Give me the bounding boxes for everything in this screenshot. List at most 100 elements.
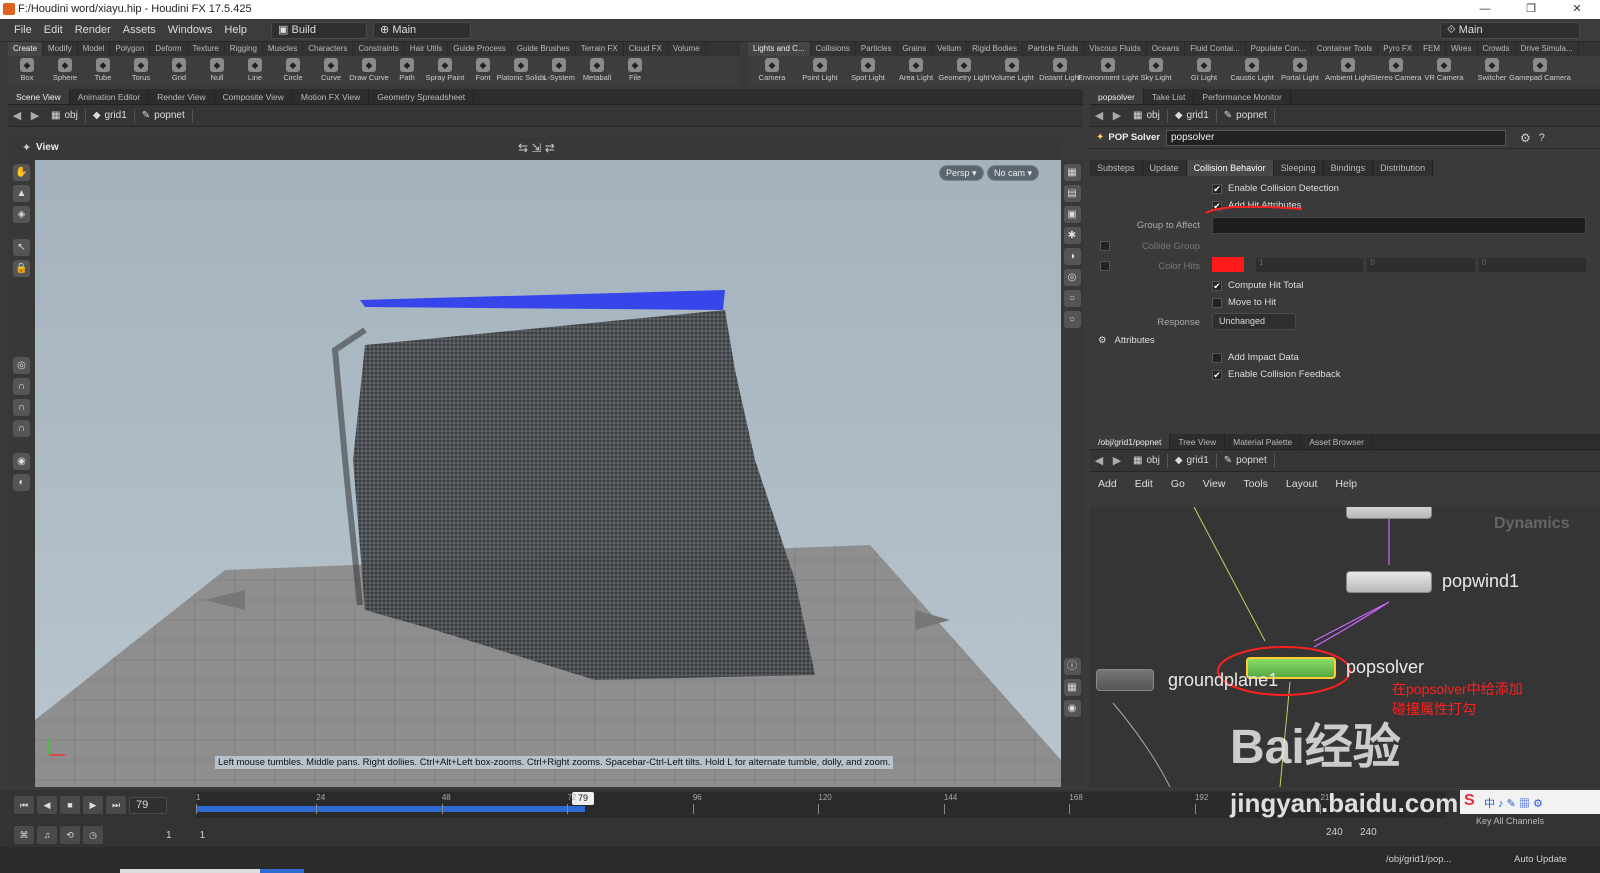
param-sub-tab-distribution[interactable]: Distribution [1373,160,1434,176]
jump-end-button[interactable]: ⏭ [106,796,126,814]
scene-pane-tab-geometry-spreadsheet[interactable]: Geometry Spreadsheet [369,89,475,104]
param-path-popnet[interactable]: ✎ popnet [1217,108,1275,123]
shelf-left-tab-modify[interactable]: Modify [43,42,78,56]
shelf-left-tab-polygon[interactable]: Polygon [110,42,151,56]
shelf-left-tab-terrain-fx[interactable]: Terrain FX [576,42,624,56]
shelf-right-tab-oceans[interactable]: Oceans [1147,42,1186,56]
forward-arrow-icon[interactable]: ▶ [26,109,44,122]
node-popreplicate1[interactable] [1346,507,1432,519]
shelf-right-tab-vellum[interactable]: Vellum [932,42,968,56]
color-g[interactable]: 0 [1367,258,1475,272]
magnet-tool-icon[interactable]: ∩ [13,378,30,395]
shelf-left-tab-characters[interactable]: Characters [303,42,354,56]
step-back-button[interactable]: ◀ [37,796,57,814]
param-pane-tab-take-list[interactable]: Take List [1144,89,1195,104]
shelf-left-tab-create[interactable]: Create [8,42,44,56]
shelf-right-tab-populate-con[interactable]: Populate Con... [1246,42,1312,56]
impact-row[interactable]: Add Impact Data [1212,352,1299,363]
menu-file[interactable]: File [8,19,38,42]
handle-tool-icon[interactable]: ✋ [13,164,30,181]
jump-start-button[interactable]: ⏮ [14,796,34,814]
shelf-right-tab-fluid-contai[interactable]: Fluid Contai... [1185,42,1246,56]
frame-field[interactable]: 79 [129,796,167,814]
net-back-icon[interactable]: ◀ [1090,454,1108,467]
tool-torus[interactable]: ◆ Torus [122,56,160,86]
shelf-left-tab-constraints[interactable]: Constraints [353,42,405,56]
shelf-right-tab-particles[interactable]: Particles [856,42,898,56]
shelf-right-tab-particle-fluids[interactable]: Particle Fluids [1023,42,1085,56]
net-menu-layout[interactable]: Layout [1286,478,1318,490]
menu-help[interactable]: Help [218,19,253,42]
maximize-button[interactable]: ❐ [1508,0,1554,19]
param-pane-tab-popsolver[interactable]: popsolver [1090,89,1144,104]
tool-sky-light[interactable]: ◆ Sky Light [1132,56,1180,86]
ghost-icon[interactable]: ◎ [1063,269,1081,286]
tool-volume-light[interactable]: ◆ Volume Light [988,56,1036,86]
net-menu-edit[interactable]: Edit [1135,478,1153,490]
tool-stereo-camera[interactable]: ◆ Stereo Camera [1371,56,1421,86]
param-sub-tab-update[interactable]: Update [1142,160,1187,176]
pose-tool-icon[interactable]: ◈ [13,206,30,223]
tool-area-light[interactable]: ◆ Area Light [892,56,940,86]
impact-checkbox[interactable] [1212,352,1222,363]
net-menu-help[interactable]: Help [1335,478,1357,490]
shelf-left-tab-guide-process[interactable]: Guide Process [448,42,512,56]
info-icon[interactable]: ⓘ [1063,658,1081,675]
tool-environment-light[interactable]: ◆ Environment Light [1078,56,1138,86]
menu-edit[interactable]: Edit [38,19,69,42]
enable-collision-row[interactable]: ✔ Enable Collision Detection [1212,183,1339,194]
tool-sphere[interactable]: ◆ Sphere [46,56,84,86]
path-obj[interactable]: ▦ obj [44,108,86,123]
net-pane-tab-material-palette[interactable]: Material Palette [1225,434,1302,449]
shelf-left-tab-volume[interactable]: Volume [668,42,706,56]
param-sub-tab-collision-behavior[interactable]: Collision Behavior [1186,160,1274,176]
net-path-obj[interactable]: ▦ obj [1126,453,1168,468]
net-pane-tab-tree-view[interactable]: Tree View [1170,434,1226,449]
key-all-channels[interactable]: Key All Channels [1476,816,1544,826]
shelf-right-tab-fem[interactable]: FEM [1418,42,1447,56]
tool-circle[interactable]: ◆ Circle [274,56,312,86]
stop-button[interactable]: ■ [60,796,80,814]
shelf-left-tab-deform[interactable]: Deform [150,42,188,56]
tool-file[interactable]: ◆ File [616,56,654,86]
tool-ambient-light[interactable]: ◆ Ambient Light [1324,56,1372,86]
shelf-right-tab-wires[interactable]: Wires [1446,42,1478,56]
move-to-hit-checkbox[interactable] [1212,297,1222,308]
node-popwind1[interactable] [1346,571,1432,593]
menu-assets[interactable]: Assets [117,19,162,42]
tool-gi-light[interactable]: ◆ GI Light [1180,56,1228,86]
help-icon[interactable]: ? [1539,132,1545,144]
tool-portal-light[interactable]: ◆ Portal Light [1276,56,1324,86]
shelf-right-tab-grains[interactable]: Grains [898,42,933,56]
back-arrow-icon[interactable]: ◀ [8,109,26,122]
arrow-tool-icon[interactable]: ↖ [13,239,30,256]
gear-icon[interactable]: ⚙ [1520,131,1531,145]
net-menu-add[interactable]: Add [1098,478,1117,490]
path-grid1[interactable]: ◆ grid1 [86,108,135,123]
color-swatch[interactable] [1212,257,1244,272]
range-end[interactable]: 240 [1326,827,1343,838]
shelf-left-tab-texture[interactable]: Texture [188,42,225,56]
tool-gamepad-camera[interactable]: ◆ Gamepad Camera [1509,56,1571,86]
realtime-icon[interactable]: ◷ [83,826,103,844]
attributes-folder[interactable]: ⚙ Attributes [1098,335,1155,346]
feedback-row[interactable]: ✔ Enable Collision Feedback [1212,369,1340,380]
tool-draw-curve[interactable]: ◆ Draw Curve [349,56,389,86]
tool-tube[interactable]: ◆ Tube [84,56,122,86]
compute-hit-row[interactable]: ✔ Compute Hit Total [1212,280,1303,291]
loop-icon[interactable]: ⟲ [60,826,80,844]
tool-metaball[interactable]: ◆ Metaball [578,56,616,86]
scene-pane-tab-animation-editor[interactable]: Animation Editor [70,89,150,104]
net-menu-go[interactable]: Go [1171,478,1185,490]
net-path-popnet[interactable]: ✎ popnet [1217,453,1275,468]
shelf-right-tab-rigid-bodies[interactable]: Rigid Bodies [967,42,1024,56]
view-tools-icon[interactable]: ⇆ ⇲ ⇄ [518,141,555,155]
scene-pane-tab-render-view[interactable]: Render View [149,89,215,104]
right-main-dropdown[interactable]: ⟐ Main [1440,21,1580,39]
display-option-icon[interactable]: ▦ [1063,164,1081,181]
shelf-left-tab-cloud-fx[interactable]: Cloud FX [624,42,668,56]
net-pane-tab-asset-browser[interactable]: Asset Browser [1301,434,1373,449]
magnet3-tool-icon[interactable]: ∩ [13,420,30,437]
close-button[interactable]: ✕ [1554,0,1600,19]
param-sub-tab-sleeping[interactable]: Sleeping [1273,160,1324,176]
